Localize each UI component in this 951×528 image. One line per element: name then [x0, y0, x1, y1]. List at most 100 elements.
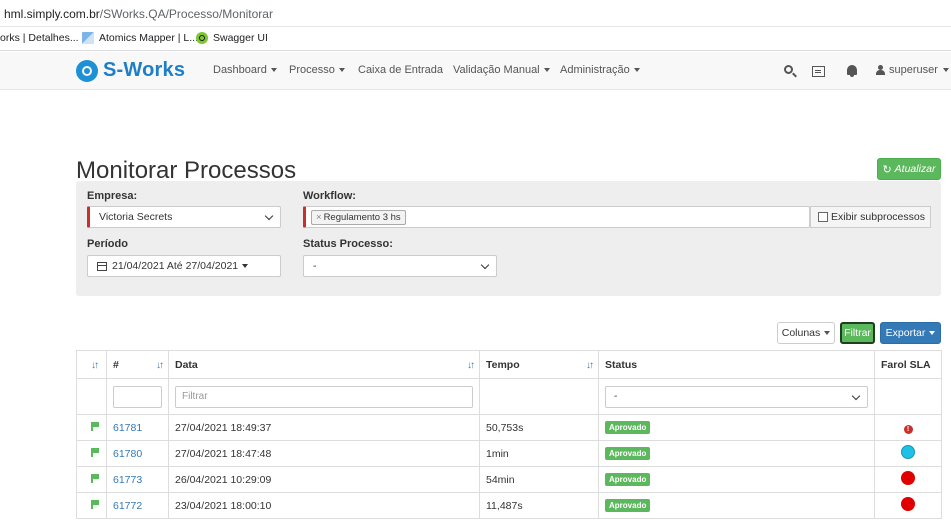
filter-label: Filtrar: [844, 327, 871, 339]
bell-icon[interactable]: [847, 65, 857, 77]
process-id-link[interactable]: 61772: [113, 500, 142, 512]
empresa-label: Empresa:: [87, 190, 138, 202]
status-filter-select[interactable]: -: [605, 385, 868, 408]
process-id-link[interactable]: 61773: [113, 474, 142, 486]
nav-validacao-manual[interactable]: Validação Manual: [453, 64, 550, 76]
sort-icon[interactable]: ↓↑: [156, 360, 164, 371]
sla-status-dot: [901, 445, 915, 459]
swagger-icon: [196, 32, 208, 44]
bookmark-label: Atomics Mapper | L...: [99, 32, 199, 44]
flag-icon: [90, 447, 99, 457]
row-date: 27/04/2021 18:47:48: [168, 440, 480, 467]
sort-icon[interactable]: ↓↑: [586, 360, 594, 371]
sla-status-dot: [901, 497, 915, 511]
table-row: 61780 27/04/2021 18:47:48 1min Aprovado: [76, 440, 942, 467]
nav-label: Validação Manual: [453, 64, 540, 76]
workflow-tag[interactable]: × Regulamento 3 hs: [311, 209, 406, 225]
refresh-button[interactable]: ↻ Atualizar: [877, 158, 941, 180]
table-header-row: ↓↑ # ↓↑ Data ↓↑ Tempo ↓↑ Status Farol SLA: [76, 350, 942, 379]
nav-administracao[interactable]: Administração: [560, 64, 640, 76]
sworks-logo-icon: [76, 59, 98, 82]
date-filter-input[interactable]: Filtrar: [175, 385, 473, 408]
nav-dashboard[interactable]: Dashboard: [213, 64, 277, 76]
calendar-icon: [97, 261, 107, 271]
sla-alert-icon: !: [903, 424, 913, 434]
status-badge: Aprovado: [605, 447, 651, 460]
header-label: Farol SLA: [881, 358, 931, 371]
table-row: 61772 23/04/2021 18:00:10 11,487s Aprova…: [76, 492, 942, 519]
url-path: /SWorks.QA/Processo/Monitorar: [99, 7, 273, 21]
status-badge: Aprovado: [605, 499, 651, 512]
nav-caixa-de-entrada[interactable]: Caixa de Entrada: [358, 64, 443, 76]
header-sort-flag[interactable]: ↓↑: [76, 350, 107, 379]
header-label: #: [113, 358, 119, 371]
filter-button[interactable]: Filtrar: [840, 322, 875, 344]
bookmark-swagger-ui[interactable]: Swagger UI: [196, 32, 268, 44]
sort-icon[interactable]: ↓↑: [91, 360, 99, 371]
header-label: Tempo: [486, 358, 520, 371]
bookmark-label: orks | Detalhes...: [0, 32, 79, 44]
caret-down-icon: [242, 264, 249, 268]
caret-down-icon: [942, 68, 949, 72]
status-processo-select[interactable]: -: [303, 255, 497, 277]
browser-address-bar[interactable]: hml.simply.com.br/SWorks.QA/Processo/Mon…: [0, 0, 951, 27]
caret-down-icon: [270, 68, 277, 73]
table-row: 61781 27/04/2021 18:49:37 50,753s Aprova…: [76, 414, 942, 441]
brand-logo[interactable]: S-Works: [76, 59, 185, 82]
user-menu[interactable]: superuser: [876, 64, 949, 76]
status-processo-label: Status Processo:: [303, 238, 393, 250]
sort-icon[interactable]: ↓↑: [467, 360, 475, 371]
flag-icon: [90, 473, 99, 483]
caret-down-icon: [633, 68, 640, 73]
chevron-down-icon: [264, 211, 274, 221]
subprocess-label: Exibir subprocessos: [831, 211, 925, 223]
empresa-value: Victoria Secrets: [99, 211, 173, 223]
id-filter-input[interactable]: [113, 385, 162, 408]
bookmarks-bar: orks | Detalhes... Atomics Mapper | L...…: [0, 27, 951, 51]
nav-label: Dashboard: [213, 64, 267, 76]
workflow-multiselect[interactable]: × Regulamento 3 hs: [303, 206, 810, 228]
row-date: 26/04/2021 10:29:09: [168, 466, 480, 493]
subprocess-checkbox[interactable]: Exibir subprocessos: [810, 206, 931, 228]
row-time: 54min: [479, 466, 599, 493]
process-id-link[interactable]: 61781: [113, 422, 142, 434]
nav-processo[interactable]: Processo: [289, 64, 345, 76]
user-icon: [876, 65, 885, 75]
row-time: 1min: [479, 440, 599, 467]
periodo-value: 21/04/2021 Até 27/04/2021: [112, 260, 239, 272]
columns-button[interactable]: Colunas: [777, 322, 835, 344]
columns-label: Colunas: [781, 327, 821, 339]
header-label: Status: [605, 358, 638, 371]
empresa-select[interactable]: Victoria Secrets: [87, 206, 281, 228]
process-id-link[interactable]: 61780: [113, 448, 142, 460]
url-text[interactable]: hml.simply.com.br/SWorks.QA/Processo/Mon…: [4, 7, 273, 21]
nav-label: Administração: [560, 64, 630, 76]
header-time[interactable]: Tempo ↓↑: [479, 350, 599, 379]
nav-label: Caixa de Entrada: [358, 64, 443, 76]
header-sla: Farol SLA: [874, 350, 942, 379]
inbox-icon[interactable]: [812, 66, 825, 77]
export-button[interactable]: Exportar: [880, 322, 941, 344]
sla-status-dot: [901, 471, 915, 485]
row-time: 11,487s: [479, 492, 599, 519]
periodo-label: Período: [87, 238, 128, 250]
header-status: Status: [598, 350, 875, 379]
user-name: superuser: [889, 64, 938, 76]
row-time: 50,753s: [479, 414, 599, 441]
bookmark-label: Swagger UI: [213, 32, 268, 44]
url-host: hml.simply.com.br: [4, 7, 100, 21]
bookmark-sworks-details[interactable]: orks | Detalhes...: [0, 32, 79, 44]
checkbox-icon[interactable]: [818, 212, 828, 222]
header-date[interactable]: Data ↓↑: [168, 350, 480, 379]
remove-tag-icon[interactable]: ×: [316, 212, 322, 223]
header-id[interactable]: # ↓↑: [106, 350, 169, 379]
periodo-daterange[interactable]: 21/04/2021 Até 27/04/2021: [87, 255, 281, 277]
refresh-label: Atualizar: [894, 163, 936, 175]
atomics-mapper-icon: [82, 32, 94, 44]
status-badge: Aprovado: [605, 421, 651, 434]
caret-down-icon: [824, 331, 831, 335]
process-table: ↓↑ # ↓↑ Data ↓↑ Tempo ↓↑ Status Farol SLA F…: [76, 350, 942, 519]
bookmark-atomics-mapper[interactable]: Atomics Mapper | L...: [82, 32, 198, 44]
caret-down-icon: [338, 68, 345, 73]
search-icon[interactable]: [784, 65, 793, 74]
